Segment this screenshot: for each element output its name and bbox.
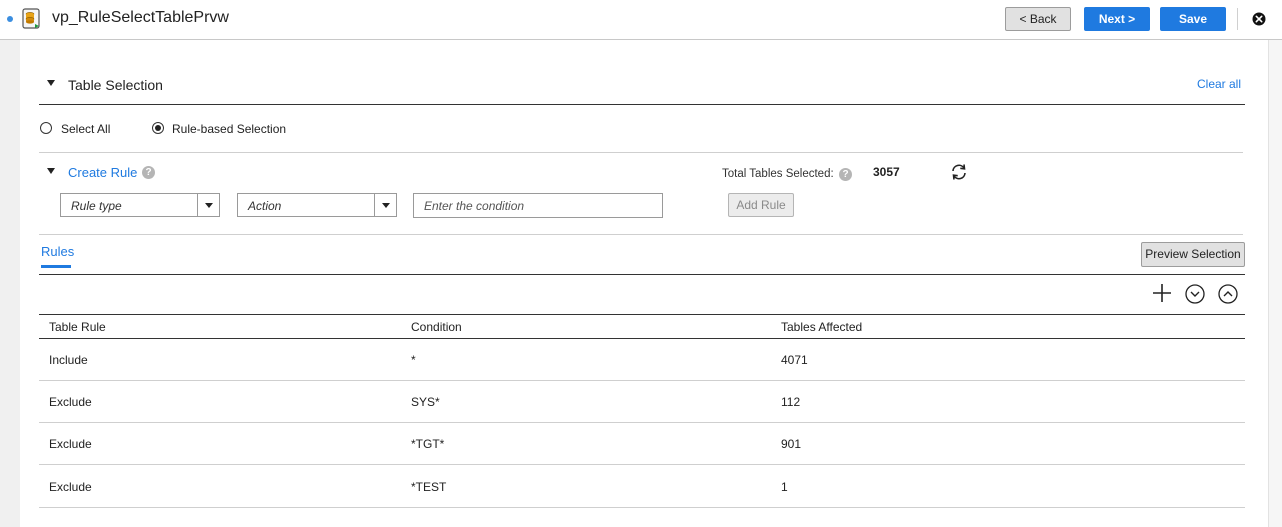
action-select[interactable]: Action — [237, 193, 397, 217]
select-all-label[interactable]: Select All — [61, 122, 110, 136]
tab-rules[interactable]: Rules — [41, 244, 74, 259]
divider — [39, 152, 1243, 153]
page-title: vp_RuleSelectTablePrvw — [52, 9, 229, 26]
total-tables-label: Total Tables Selected: — [722, 168, 834, 180]
unsaved-indicator-dot — [7, 16, 13, 22]
divider — [39, 234, 1243, 235]
close-icon[interactable] — [1252, 12, 1266, 26]
cell-condition: *TEST — [411, 480, 447, 494]
create-rule-title[interactable]: Create Rule — [68, 165, 137, 180]
save-button[interactable]: Save — [1160, 7, 1226, 31]
top-bar: vp_RuleSelectTablePrvw < Back Next > Sav… — [0, 0, 1282, 40]
header-divider — [1237, 8, 1238, 30]
clear-all-link[interactable]: Clear all — [1197, 77, 1241, 91]
total-tables-value: 3057 — [873, 165, 900, 179]
move-down-icon[interactable] — [1185, 284, 1205, 304]
rule-based-selection-label[interactable]: Rule-based Selection — [172, 122, 286, 136]
create-rule-caret-icon[interactable] — [47, 168, 55, 174]
preview-selection-button[interactable]: Preview Selection — [1141, 242, 1245, 267]
chevron-down-icon[interactable] — [374, 194, 396, 216]
back-button[interactable]: < Back — [1005, 7, 1071, 31]
cell-tables-affected: 4071 — [781, 353, 808, 367]
cell-table-rule: Exclude — [49, 437, 92, 451]
action-placeholder: Action — [248, 199, 282, 213]
help-icon[interactable]: ? — [142, 166, 155, 179]
add-rule-button[interactable]: Add Rule — [728, 193, 794, 217]
cell-condition: SYS* — [411, 395, 440, 409]
refresh-icon[interactable] — [949, 162, 969, 182]
column-header-table-rule: Table Rule — [49, 320, 106, 334]
tab-active-indicator — [41, 265, 71, 268]
divider — [39, 338, 1245, 339]
table-selection-title: Table Selection — [68, 77, 163, 93]
vertical-scrollbar[interactable] — [1268, 40, 1282, 527]
row-divider — [39, 422, 1245, 423]
rule-type-placeholder: Rule type — [71, 199, 122, 213]
content-panel: Table Selection Clear all Select All Rul… — [20, 40, 1268, 527]
divider — [39, 104, 1245, 105]
cell-table-rule: Include — [49, 353, 88, 367]
column-header-condition: Condition — [411, 320, 462, 334]
next-button[interactable]: Next > — [1084, 7, 1150, 31]
add-icon[interactable] — [1152, 283, 1172, 303]
divider — [39, 274, 1245, 275]
cell-table-rule: Exclude — [49, 395, 92, 409]
select-all-radio[interactable] — [40, 122, 52, 134]
rule-based-selection-radio[interactable] — [152, 122, 164, 134]
column-header-tables-affected: Tables Affected — [781, 320, 863, 334]
app-icon — [22, 8, 40, 29]
collapse-caret-icon[interactable] — [47, 80, 55, 86]
cell-tables-affected: 112 — [781, 395, 801, 409]
condition-input[interactable] — [413, 193, 663, 218]
cell-tables-affected: 1 — [781, 480, 788, 494]
rule-type-select[interactable]: Rule type — [60, 193, 220, 217]
move-up-icon[interactable] — [1218, 284, 1238, 304]
help-icon[interactable]: ? — [839, 168, 852, 181]
cell-table-rule: Exclude — [49, 480, 92, 494]
row-divider — [39, 464, 1245, 465]
row-divider — [39, 380, 1245, 381]
chevron-down-icon[interactable] — [197, 194, 219, 216]
divider — [39, 314, 1245, 315]
cell-condition: *TGT* — [411, 437, 445, 451]
cell-condition: * — [411, 353, 416, 367]
row-divider — [39, 507, 1245, 508]
cell-tables-affected: 901 — [781, 437, 802, 451]
